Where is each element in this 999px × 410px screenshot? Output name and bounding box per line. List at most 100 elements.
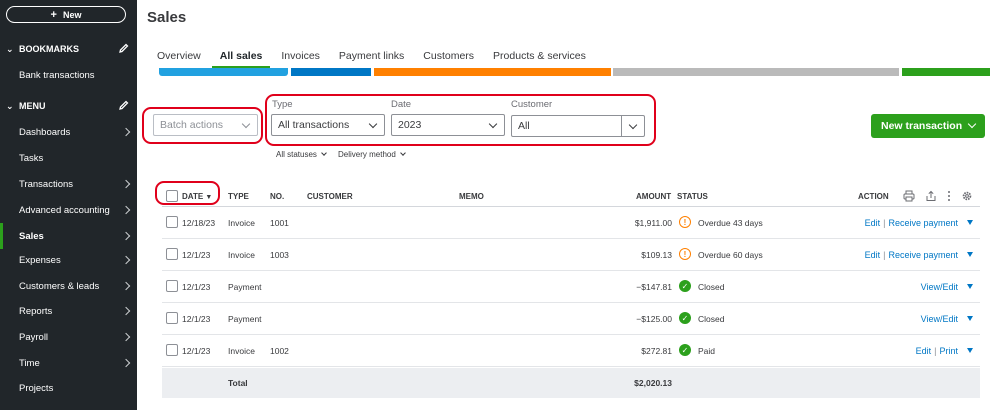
row-date: 12/1/23 xyxy=(182,314,211,324)
sidebar-item-tasks[interactable]: Tasks xyxy=(0,149,137,167)
receive-payment-link[interactable]: Receive payment xyxy=(888,218,958,228)
tab-products-services[interactable]: Products & services xyxy=(493,48,586,68)
tab-payment-links[interactable]: Payment links xyxy=(339,48,404,68)
table-row[interactable]: 12/1/23 Payment −$125.00 ✓ Closed View/E… xyxy=(162,303,980,335)
tab-overview[interactable]: Overview xyxy=(157,48,201,68)
sidebar-item-expenses[interactable]: Expenses xyxy=(0,251,137,269)
sidebar-item-time[interactable]: Time xyxy=(0,354,137,372)
gear-icon[interactable] xyxy=(961,190,973,202)
new-transaction-button[interactable]: New transaction xyxy=(871,114,985,138)
sidebar-item-customers-leads[interactable]: Customers & leads xyxy=(0,277,137,295)
more-options-icon[interactable] xyxy=(943,190,955,202)
chevron-right-icon xyxy=(121,127,131,137)
table-row[interactable]: 12/1/23 Invoice 1002 $272.81 ✓ Paid Edit… xyxy=(162,335,980,367)
all-statuses-label: All statuses xyxy=(276,150,317,159)
new-button[interactable]: + New xyxy=(6,6,126,23)
action-dropdown-icon[interactable] xyxy=(967,316,973,321)
delivery-method-filter[interactable]: Delivery method xyxy=(338,150,406,159)
money-bar-paid[interactable] xyxy=(902,68,990,76)
row-checkbox[interactable] xyxy=(166,344,178,356)
row-actions: Edit | Receive payment xyxy=(865,250,958,260)
highlight-filters xyxy=(265,94,656,146)
sidebar-item-advanced-accounting[interactable]: Advanced accounting xyxy=(0,201,137,219)
row-actions: View/Edit xyxy=(921,282,958,292)
column-header-no: NO. xyxy=(270,192,285,201)
tab-invoices[interactable]: Invoices xyxy=(281,48,320,68)
money-bar-overdue[interactable] xyxy=(374,68,611,76)
menu-label: MENU xyxy=(19,101,46,111)
row-checkbox[interactable] xyxy=(166,312,178,324)
row-type: Invoice xyxy=(228,250,255,260)
sidebar-item-label: Payroll xyxy=(19,331,49,343)
sidebar-item-reports[interactable]: Reports xyxy=(0,302,137,320)
row-actions: Edit | Print xyxy=(916,346,958,356)
chevron-right-icon xyxy=(121,281,131,291)
row-checkbox[interactable] xyxy=(166,216,178,228)
delivery-method-label: Delivery method xyxy=(338,150,396,159)
sidebar-item-label: Expenses xyxy=(19,254,61,266)
table-row[interactable]: 12/1/23 Payment −$147.81 ✓ Closed View/E… xyxy=(162,271,980,303)
chevron-right-icon xyxy=(121,358,131,368)
sidebar-item-transactions[interactable]: Transactions xyxy=(0,175,137,193)
column-header-status[interactable]: STATUS xyxy=(677,192,708,201)
view-edit-link[interactable]: View/Edit xyxy=(921,282,958,292)
money-bar-open[interactable] xyxy=(613,68,899,76)
print-link[interactable]: Print xyxy=(939,346,958,356)
row-checkbox[interactable] xyxy=(166,248,178,260)
money-bar-unbilled[interactable] xyxy=(291,68,371,76)
all-statuses-filter[interactable]: All statuses xyxy=(276,150,327,159)
column-header-memo: MEMO xyxy=(459,192,484,201)
action-dropdown-icon[interactable] xyxy=(967,220,973,225)
sidebar-item-label: Bank transactions xyxy=(19,69,95,81)
row-date: 12/1/23 xyxy=(182,250,211,260)
check-icon: ✓ xyxy=(679,344,691,356)
money-bar-estimates[interactable] xyxy=(159,68,288,76)
sidebar-item-sales[interactable]: Sales xyxy=(0,223,137,249)
row-no: 1002 xyxy=(270,346,289,356)
view-edit-link[interactable]: View/Edit xyxy=(921,314,958,324)
pencil-icon[interactable] xyxy=(118,42,130,54)
table-row[interactable]: 12/18/23 Invoice 1001 $1,911.00 ! Overdu… xyxy=(162,207,980,239)
menu-header[interactable]: ⌄ MENU xyxy=(0,97,137,115)
action-dropdown-icon[interactable] xyxy=(967,284,973,289)
edit-link[interactable]: Edit xyxy=(916,346,932,356)
action-separator: | xyxy=(883,250,886,260)
bookmarks-label: BOOKMARKS xyxy=(19,44,79,54)
edit-link[interactable]: Edit xyxy=(865,218,881,228)
column-header-action: ACTION xyxy=(858,192,889,201)
action-dropdown-icon[interactable] xyxy=(967,348,973,353)
export-icon[interactable] xyxy=(925,190,937,202)
row-actions: View/Edit xyxy=(921,314,958,324)
row-type: Invoice xyxy=(228,218,255,228)
row-type: Payment xyxy=(228,314,262,324)
action-dropdown-icon[interactable] xyxy=(967,252,973,257)
chevron-right-icon xyxy=(121,306,131,316)
sidebar-item-label: Tasks xyxy=(19,152,44,164)
receive-payment-link[interactable]: Receive payment xyxy=(888,250,958,260)
highlight-date-header xyxy=(155,181,220,205)
row-no: 1003 xyxy=(270,250,289,260)
sidebar-item-dashboards[interactable]: Dashboards xyxy=(0,123,137,141)
edit-link[interactable]: Edit xyxy=(865,250,881,260)
table-row[interactable]: 12/1/23 Invoice 1003 $109.13 ! Overdue 6… xyxy=(162,239,980,271)
sidebar-item-projects[interactable]: Projects xyxy=(0,379,137,397)
sidebar-item-bank-transactions[interactable]: Bank transactions xyxy=(0,66,137,84)
tab-all-sales[interactable]: All sales xyxy=(211,48,270,69)
total-amount: $2,020.13 xyxy=(634,378,672,388)
sidebar-item-payroll[interactable]: Payroll xyxy=(0,328,137,346)
column-header-customer[interactable]: CUSTOMER xyxy=(307,192,353,201)
highlight-batch-actions xyxy=(142,107,263,144)
pencil-icon[interactable] xyxy=(118,99,130,111)
bookmarks-header[interactable]: ⌄ BOOKMARKS xyxy=(0,40,137,58)
chevron-right-icon xyxy=(121,332,131,342)
print-icon[interactable] xyxy=(903,190,915,202)
sidebar-item-label: Projects xyxy=(19,382,54,394)
row-date: 12/18/23 xyxy=(182,218,216,228)
action-separator: | xyxy=(934,346,937,356)
row-checkbox[interactable] xyxy=(166,280,178,292)
tab-customers[interactable]: Customers xyxy=(423,48,474,68)
sidebar-item-label: Sales xyxy=(19,230,44,242)
row-type: Invoice xyxy=(228,346,255,356)
row-status: Closed xyxy=(698,282,725,292)
column-header-amount[interactable]: AMOUNT xyxy=(636,192,671,201)
